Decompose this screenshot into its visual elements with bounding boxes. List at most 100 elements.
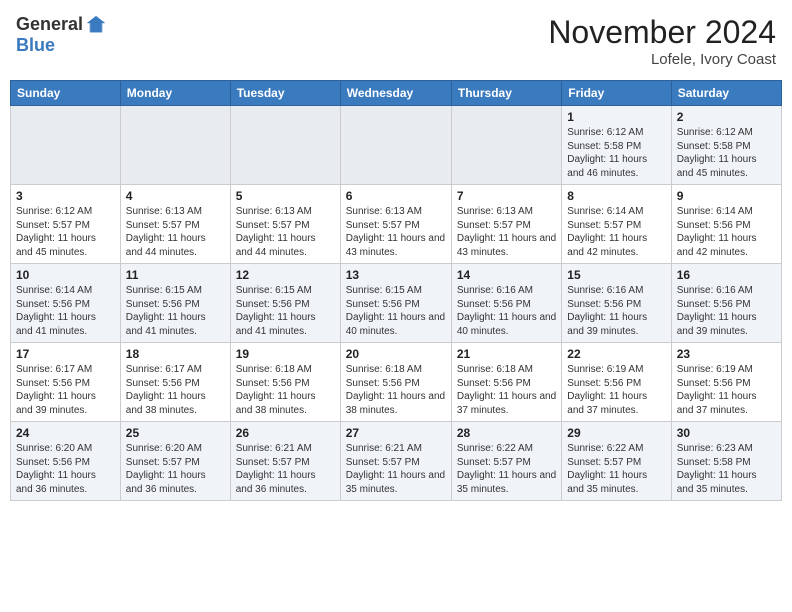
calendar-cell: 17 Sunrise: 6:17 AM Sunset: 5:56 PM Dayli… [11, 343, 121, 422]
day-info: Sunrise: 6:14 AM Sunset: 5:56 PM Dayligh… [16, 284, 115, 338]
day-info: Sunrise: 6:13 AM Sunset: 5:57 PM Dayligh… [236, 205, 335, 259]
day-number: 25 [126, 426, 225, 440]
col-header-tuesday: Tuesday [230, 81, 340, 106]
day-number: 19 [236, 347, 335, 361]
calendar-cell: 16 Sunrise: 6:16 AM Sunset: 5:56 PM Dayli… [671, 264, 781, 343]
day-number: 4 [126, 189, 225, 203]
logo-icon [85, 14, 107, 36]
day-number: 29 [567, 426, 665, 440]
day-info: Sunrise: 6:15 AM Sunset: 5:56 PM Dayligh… [126, 284, 225, 338]
day-info: Sunrise: 6:16 AM Sunset: 5:56 PM Dayligh… [457, 284, 556, 338]
day-number: 1 [567, 110, 665, 124]
day-info: Sunrise: 6:12 AM Sunset: 5:58 PM Dayligh… [567, 126, 665, 180]
day-number: 20 [346, 347, 446, 361]
month-title: November 2024 [548, 14, 776, 51]
day-info: Sunrise: 6:20 AM Sunset: 5:57 PM Dayligh… [126, 442, 225, 496]
day-number: 8 [567, 189, 665, 203]
day-info: Sunrise: 6:22 AM Sunset: 5:57 PM Dayligh… [567, 442, 665, 496]
day-info: Sunrise: 6:16 AM Sunset: 5:56 PM Dayligh… [567, 284, 665, 338]
day-number: 15 [567, 268, 665, 282]
calendar-cell: 11 Sunrise: 6:15 AM Sunset: 5:56 PM Dayli… [120, 264, 230, 343]
day-info: Sunrise: 6:20 AM Sunset: 5:56 PM Dayligh… [16, 442, 115, 496]
calendar-cell: 22Sunrise: 6:19 AM Sunset: 5:56 PM Dayli… [562, 343, 671, 422]
day-number: 13 [346, 268, 446, 282]
day-number: 24 [16, 426, 115, 440]
calendar-cell: 10Sunrise: 6:14 AM Sunset: 5:56 PM Dayli… [11, 264, 121, 343]
day-number: 23 [677, 347, 776, 361]
col-header-wednesday: Wednesday [340, 81, 451, 106]
day-info: Sunrise: 6:14 AM Sunset: 5:56 PM Dayligh… [677, 205, 776, 259]
logo-blue: Blue [16, 36, 55, 56]
day-number: 9 [677, 189, 776, 203]
calendar-cell: 18 Sunrise: 6:17 AM Sunset: 5:56 PM Dayli… [120, 343, 230, 422]
calendar-cell: 14 Sunrise: 6:16 AM Sunset: 5:56 PM Dayli… [451, 264, 561, 343]
day-number: 18 [126, 347, 225, 361]
page-header: General Blue November 2024 Lofele, Ivory… [10, 10, 782, 72]
day-info: Sunrise: 6:21 AM Sunset: 5:57 PM Dayligh… [346, 442, 446, 496]
day-info: Sunrise: 6:13 AM Sunset: 5:57 PM Dayligh… [346, 205, 446, 259]
calendar-cell [451, 106, 561, 185]
calendar-cell [340, 106, 451, 185]
calendar-cell: 8 Sunrise: 6:14 AM Sunset: 5:57 PM Daylig… [562, 185, 671, 264]
calendar-cell: 4 Sunrise: 6:13 AM Sunset: 5:57 PM Daylig… [120, 185, 230, 264]
calendar-cell [120, 106, 230, 185]
calendar-cell: 30 Sunrise: 6:23 AM Sunset: 5:58 PM Dayli… [671, 422, 781, 501]
day-number: 14 [457, 268, 556, 282]
day-info: Sunrise: 6:17 AM Sunset: 5:56 PM Dayligh… [16, 363, 115, 417]
day-info: Sunrise: 6:18 AM Sunset: 5:56 PM Dayligh… [457, 363, 556, 417]
day-number: 11 [126, 268, 225, 282]
day-info: Sunrise: 6:19 AM Sunset: 5:56 PM Dayligh… [677, 363, 776, 417]
calendar-cell: 13Sunrise: 6:15 AM Sunset: 5:56 PM Dayli… [340, 264, 451, 343]
day-info: Sunrise: 6:12 AM Sunset: 5:58 PM Dayligh… [677, 126, 776, 180]
calendar-cell: 20 Sunrise: 6:18 AM Sunset: 5:56 PM Dayli… [340, 343, 451, 422]
calendar-cell: 2 Sunrise: 6:12 AM Sunset: 5:58 PM Daylig… [671, 106, 781, 185]
calendar-cell: 9 Sunrise: 6:14 AM Sunset: 5:56 PM Daylig… [671, 185, 781, 264]
day-number: 21 [457, 347, 556, 361]
day-number: 16 [677, 268, 776, 282]
calendar-cell: 12 Sunrise: 6:15 AM Sunset: 5:56 PM Dayli… [230, 264, 340, 343]
day-number: 27 [346, 426, 446, 440]
calendar-cell: 25 Sunrise: 6:20 AM Sunset: 5:57 PM Dayli… [120, 422, 230, 501]
day-info: Sunrise: 6:18 AM Sunset: 5:56 PM Dayligh… [346, 363, 446, 417]
calendar-cell: 1 Sunrise: 6:12 AM Sunset: 5:58 PM Daylig… [562, 106, 671, 185]
day-info: Sunrise: 6:19 AM Sunset: 5:56 PM Dayligh… [567, 363, 665, 417]
day-number: 7 [457, 189, 556, 203]
day-info: Sunrise: 6:22 AM Sunset: 5:57 PM Dayligh… [457, 442, 556, 496]
day-number: 26 [236, 426, 335, 440]
calendar-cell: 27 Sunrise: 6:21 AM Sunset: 5:57 PM Dayli… [340, 422, 451, 501]
calendar-cell: 23 Sunrise: 6:19 AM Sunset: 5:56 PM Dayli… [671, 343, 781, 422]
day-number: 12 [236, 268, 335, 282]
day-info: Sunrise: 6:21 AM Sunset: 5:57 PM Dayligh… [236, 442, 335, 496]
calendar-cell [11, 106, 121, 185]
col-header-friday: Friday [562, 81, 671, 106]
calendar-cell: 29 Sunrise: 6:22 AM Sunset: 5:57 PM Dayli… [562, 422, 671, 501]
calendar-cell: 21 Sunrise: 6:18 AM Sunset: 5:56 PM Dayli… [451, 343, 561, 422]
day-info: Sunrise: 6:13 AM Sunset: 5:57 PM Dayligh… [457, 205, 556, 259]
day-number: 17 [16, 347, 115, 361]
calendar-cell: 7 Sunrise: 6:13 AM Sunset: 5:57 PM Daylig… [451, 185, 561, 264]
day-number: 28 [457, 426, 556, 440]
day-info: Sunrise: 6:17 AM Sunset: 5:56 PM Dayligh… [126, 363, 225, 417]
location-title: Lofele, Ivory Coast [548, 51, 776, 68]
day-info: Sunrise: 6:14 AM Sunset: 5:57 PM Dayligh… [567, 205, 665, 259]
calendar-table: SundayMondayTuesdayWednesdayThursdayFrid… [10, 80, 782, 501]
day-number: 5 [236, 189, 335, 203]
day-info: Sunrise: 6:18 AM Sunset: 5:56 PM Dayligh… [236, 363, 335, 417]
day-info: Sunrise: 6:15 AM Sunset: 5:56 PM Dayligh… [236, 284, 335, 338]
col-header-monday: Monday [120, 81, 230, 106]
day-number: 6 [346, 189, 446, 203]
day-info: Sunrise: 6:13 AM Sunset: 5:57 PM Dayligh… [126, 205, 225, 259]
day-number: 30 [677, 426, 776, 440]
calendar-cell: 28 Sunrise: 6:22 AM Sunset: 5:57 PM Dayli… [451, 422, 561, 501]
calendar-cell: 19 Sunrise: 6:18 AM Sunset: 5:56 PM Dayli… [230, 343, 340, 422]
day-info: Sunrise: 6:12 AM Sunset: 5:57 PM Dayligh… [16, 205, 115, 259]
calendar-cell [230, 106, 340, 185]
col-header-sunday: Sunday [11, 81, 121, 106]
day-number: 2 [677, 110, 776, 124]
day-info: Sunrise: 6:23 AM Sunset: 5:58 PM Dayligh… [677, 442, 776, 496]
calendar-cell: 5 Sunrise: 6:13 AM Sunset: 5:57 PM Daylig… [230, 185, 340, 264]
day-info: Sunrise: 6:16 AM Sunset: 5:56 PM Dayligh… [677, 284, 776, 338]
calendar-cell: 26 Sunrise: 6:21 AM Sunset: 5:57 PM Dayli… [230, 422, 340, 501]
calendar-cell: 6 Sunrise: 6:13 AM Sunset: 5:57 PM Daylig… [340, 185, 451, 264]
day-number: 3 [16, 189, 115, 203]
